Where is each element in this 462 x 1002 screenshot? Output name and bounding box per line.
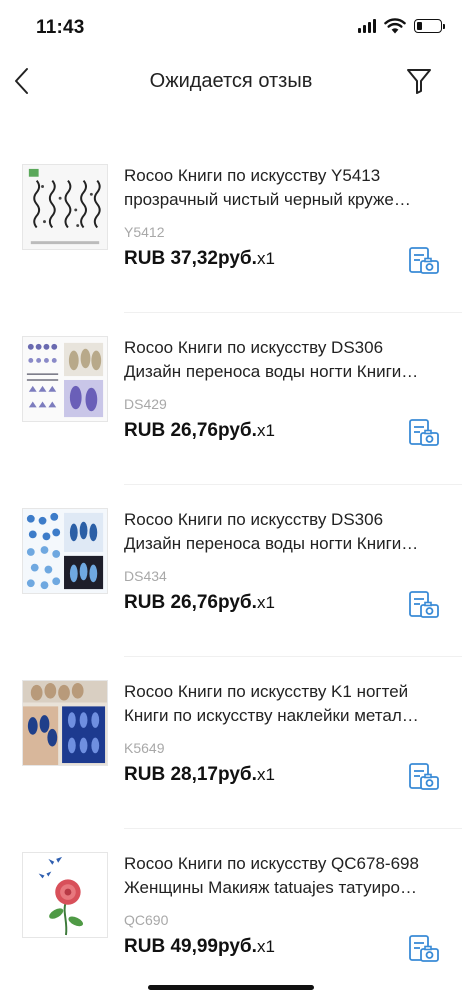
product-sku: DS434 bbox=[124, 568, 167, 584]
funnel-filter-icon bbox=[407, 69, 431, 94]
photo-review-icon bbox=[409, 419, 439, 446]
cellular-signal-icon bbox=[358, 19, 376, 33]
product-title-line: Дизайн переноса воды ногти Книги… bbox=[124, 362, 419, 381]
product-thumbnail[interactable] bbox=[22, 680, 108, 766]
product-thumbnail[interactable] bbox=[22, 164, 108, 250]
price-value: RUB 28,17руб. bbox=[124, 764, 257, 785]
divider bbox=[124, 312, 462, 313]
quantity: x1 bbox=[256, 421, 275, 440]
product-price: RUB 26,76руб.x1 bbox=[124, 420, 275, 442]
quantity: x1 bbox=[256, 249, 275, 268]
rose-tattoo-image bbox=[23, 853, 107, 937]
page-title: Ожидается отзыв bbox=[149, 70, 313, 92]
lace-sticker-image bbox=[23, 165, 107, 249]
product-sku: QC690 bbox=[124, 912, 169, 928]
status-bar: 11:43 bbox=[0, 0, 462, 56]
divider bbox=[124, 656, 462, 657]
status-icons bbox=[358, 18, 445, 34]
product-title-line: Rocoo Книги по искусству QC678-698 bbox=[124, 854, 419, 873]
product-title-line: Rocoo Книги по искусству DS306 bbox=[124, 338, 384, 357]
quantity: x1 bbox=[256, 765, 275, 784]
product-sku: Y5412 bbox=[124, 224, 165, 240]
photo-review-icon bbox=[409, 763, 439, 790]
write-review-button[interactable] bbox=[408, 762, 440, 792]
product-title-line: Книги по искусству наклейки метал… bbox=[124, 706, 419, 725]
product-thumbnail[interactable] bbox=[22, 852, 108, 938]
write-review-button[interactable] bbox=[408, 246, 440, 276]
list-item[interactable]: Rocoo Книги по искусству DS306 Дизайн пе… bbox=[0, 508, 462, 658]
product-title-line: Женщины Макияж tatuajes татуиро… bbox=[124, 878, 418, 897]
product-title-line: Rocoo Книги по искусству DS306 bbox=[124, 510, 384, 529]
list-item[interactable]: Rocoo Книги по искусству Y5413 прозрачны… bbox=[0, 164, 462, 314]
photo-review-icon bbox=[409, 591, 439, 618]
product-title[interactable]: Rocoo Книги по искусству Y5413 прозрачны… bbox=[124, 164, 442, 212]
navigation-header: Ожидается отзыв bbox=[0, 56, 462, 106]
product-price: RUB 49,99руб.x1 bbox=[124, 936, 275, 958]
product-price: RUB 37,32руб.x1 bbox=[124, 248, 275, 270]
filter-button[interactable] bbox=[404, 66, 434, 96]
product-title-line: Дизайн переноса воды ногти Книги… bbox=[124, 534, 419, 553]
product-sku: K5649 bbox=[124, 740, 165, 756]
price-value: RUB 26,76руб. bbox=[124, 420, 257, 441]
photo-review-icon bbox=[409, 935, 439, 962]
product-title-line: Rocoo Книги по искусству K1 ногтей bbox=[124, 682, 409, 701]
list-item[interactable]: Rocoo Книги по искусству K1 ногтей Книги… bbox=[0, 680, 462, 830]
product-title-line: прозрачный чистый черный круже… bbox=[124, 190, 411, 209]
product-price: RUB 28,17руб.x1 bbox=[124, 764, 275, 786]
divider bbox=[124, 484, 462, 485]
status-time: 11:43 bbox=[36, 17, 85, 38]
product-title[interactable]: Rocoo Книги по искусству DS306 Дизайн пе… bbox=[124, 336, 442, 384]
list-item[interactable]: Rocoo Книги по искусству DS306 Дизайн пе… bbox=[0, 336, 462, 486]
photo-review-icon bbox=[409, 247, 439, 274]
divider bbox=[124, 828, 462, 829]
quantity: x1 bbox=[256, 593, 275, 612]
price-value: RUB 49,99руб. bbox=[124, 936, 257, 957]
wifi-icon bbox=[384, 18, 406, 34]
water-decal-sticker-image bbox=[23, 509, 107, 593]
product-title[interactable]: Rocoo Книги по искусству K1 ногтей Книги… bbox=[124, 680, 442, 728]
price-value: RUB 37,32руб. bbox=[124, 248, 257, 269]
write-review-button[interactable] bbox=[408, 590, 440, 620]
battery-icon bbox=[414, 19, 445, 33]
write-review-button[interactable] bbox=[408, 934, 440, 964]
product-title[interactable]: Rocoo Книги по искусству DS306 Дизайн пе… bbox=[124, 508, 442, 556]
product-title-line: Rocoo Книги по искусству Y5413 bbox=[124, 166, 381, 185]
product-price: RUB 26,76руб.x1 bbox=[124, 592, 275, 614]
write-review-button[interactable] bbox=[408, 418, 440, 448]
product-title[interactable]: Rocoo Книги по искусству QC678-698 Женщи… bbox=[124, 852, 442, 900]
water-decal-sticker-image bbox=[23, 337, 107, 421]
list-item[interactable]: Rocoo Книги по искусству QC678-698 Женщи… bbox=[0, 852, 462, 1002]
price-value: RUB 26,76руб. bbox=[124, 592, 257, 613]
product-thumbnail[interactable] bbox=[22, 336, 108, 422]
quantity: x1 bbox=[256, 937, 275, 956]
nail-sticker-image bbox=[23, 681, 107, 765]
product-thumbnail[interactable] bbox=[22, 508, 108, 594]
home-indicator[interactable] bbox=[148, 985, 314, 990]
product-sku: DS429 bbox=[124, 396, 167, 412]
